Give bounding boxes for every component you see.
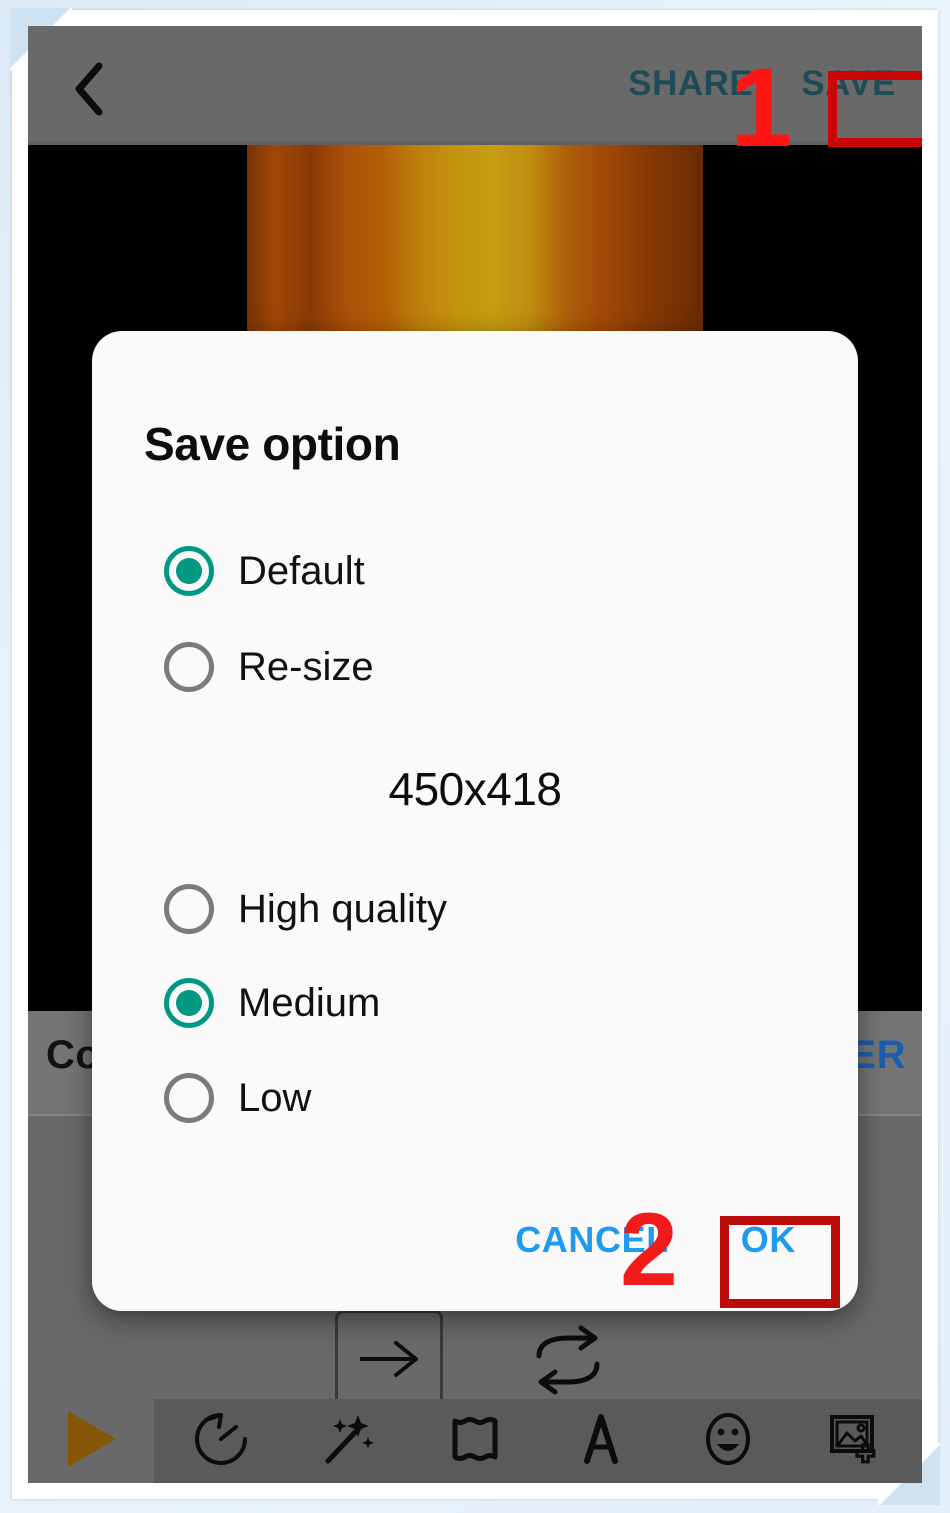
radio-medium[interactable] bbox=[164, 978, 214, 1028]
option-low[interactable]: Low bbox=[164, 1073, 806, 1123]
option-low-label: Low bbox=[238, 1075, 312, 1120]
phone-screen: Co ER SHARE SAVE Save option Default Re-… bbox=[28, 26, 922, 1483]
ok-button[interactable]: OK bbox=[735, 1213, 802, 1267]
option-default-label: Default bbox=[238, 548, 365, 593]
radio-low[interactable] bbox=[164, 1073, 214, 1123]
option-resize[interactable]: Re-size bbox=[164, 642, 806, 692]
dialog-actions: CANCEL OK bbox=[509, 1213, 802, 1267]
option-default[interactable]: Default bbox=[164, 546, 806, 596]
radio-default[interactable] bbox=[164, 546, 214, 596]
option-medium[interactable]: Medium bbox=[164, 978, 806, 1028]
size-value: 450x418 bbox=[388, 763, 563, 815]
option-resize-label: Re-size bbox=[238, 644, 374, 689]
option-high-quality-label: High quality bbox=[238, 886, 448, 931]
option-medium-label: Medium bbox=[238, 980, 381, 1025]
cancel-button[interactable]: CANCEL bbox=[509, 1213, 675, 1267]
radio-resize[interactable] bbox=[164, 642, 214, 692]
radio-high-quality[interactable] bbox=[164, 884, 214, 934]
dialog-title: Save option bbox=[144, 418, 401, 470]
save-option-dialog: Save option Default Re-size 450x418 High… bbox=[92, 331, 858, 1311]
option-high-quality[interactable]: High quality bbox=[164, 884, 806, 934]
